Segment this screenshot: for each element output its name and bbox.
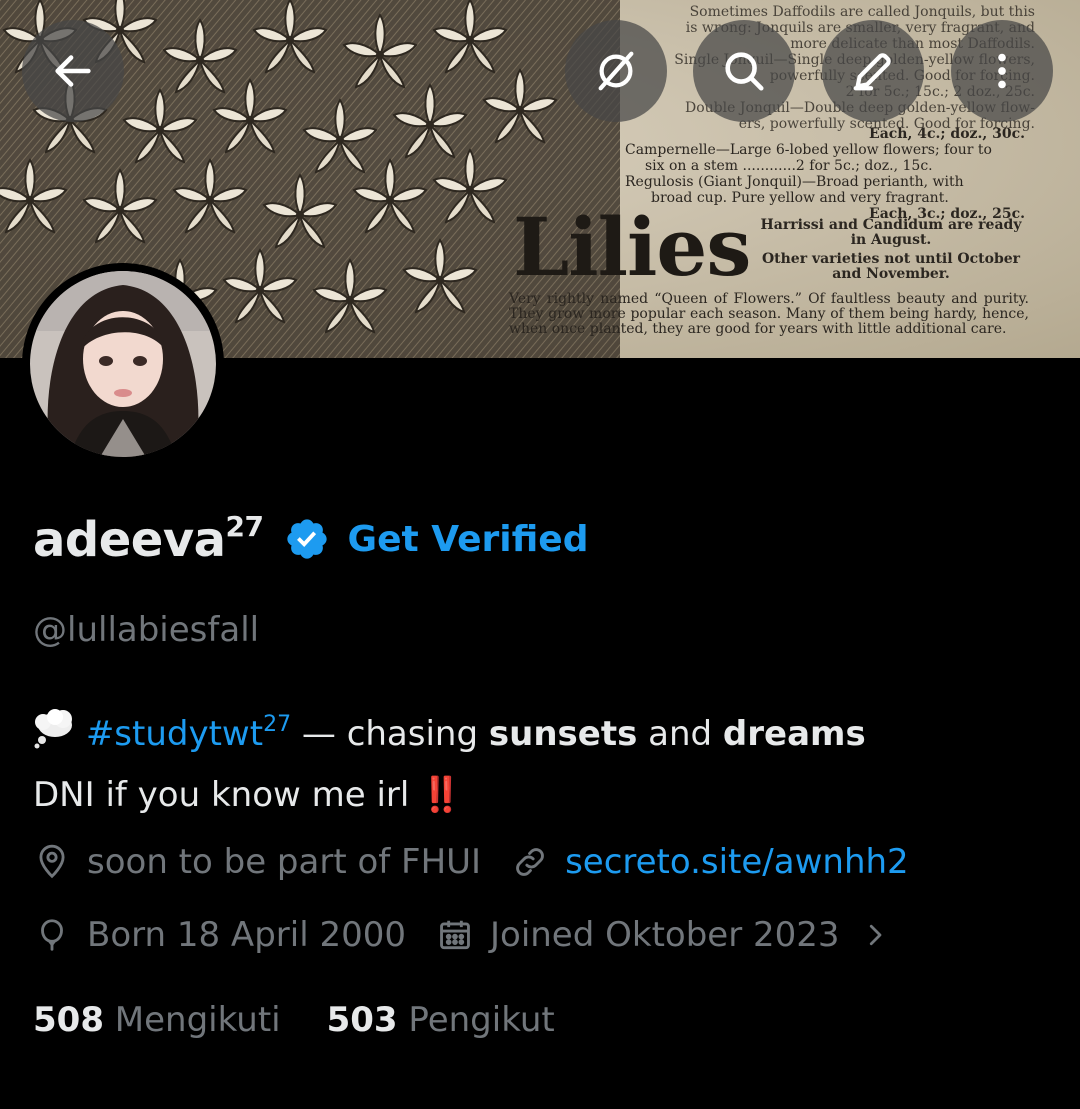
pencil-icon [853, 53, 891, 91]
followers-count: 503 [326, 1000, 398, 1040]
avatar[interactable] [22, 263, 224, 465]
catalog-line: Campernelle—Large 6-lobed yellow flowers… [625, 142, 992, 158]
follow-stats: 508 Mengikuti 503 Pengikut [33, 1000, 601, 1040]
following-count: 508 [33, 1000, 104, 1040]
joined[interactable]: Joined Oktober 2023 [436, 915, 840, 955]
get-verified-link[interactable]: Get Verified [348, 519, 589, 560]
followers-stat[interactable]: 503 Pengikut [327, 1000, 555, 1040]
catalog-line: Regulosis (Giant Jonquil)—Broad perianth… [625, 174, 964, 190]
catalog-heading: Lilies [513, 200, 751, 294]
avatar-photo [30, 271, 216, 457]
bio-line-2: DNI if you know me irl ‼️ [33, 775, 463, 815]
catalog-line: Sometimes Daffodils are called Jonquils,… [689, 4, 1035, 20]
profile-meta-row-2: Born 18 April 2000 Joined Oktober 2023 [33, 915, 890, 955]
birthday: Born 18 April 2000 [33, 915, 406, 955]
catalog-paragraph: Very rightly named “Queen of Flowers.” O… [509, 291, 1029, 337]
following-label: Mengikuti [114, 1000, 281, 1040]
name-superscript: 27 [225, 510, 264, 543]
location: soon to be part of FHUI [33, 842, 481, 882]
back-button[interactable] [22, 20, 124, 122]
more-button[interactable] [951, 20, 1053, 122]
catalog-line: six on a stem ............2 for 5c.; doz… [645, 158, 933, 174]
following-stat[interactable]: 508 Mengikuti [33, 1000, 281, 1040]
chevron-right-icon[interactable] [860, 920, 890, 950]
search-button[interactable] [693, 20, 795, 122]
edit-button[interactable] [822, 20, 924, 122]
double-exclamation-icon: ‼️ [420, 775, 462, 815]
verified-badge-icon[interactable] [284, 516, 330, 562]
search-icon [725, 52, 764, 91]
slash-circle-icon [598, 51, 634, 91]
display-name: adeeva27 [33, 510, 264, 568]
catalog-price: Each, 4c.; doz., 30c. [869, 126, 1025, 142]
catalog-note: Harrissi and Candidum are ready in Augus… [760, 217, 1022, 248]
bio-line-1: #studytwt27 — chasing sunsets and dreams [33, 696, 1063, 767]
location-pin-icon [33, 843, 71, 881]
website-link[interactable]: secreto.site/awnhh2 [565, 842, 909, 882]
joined-text: Joined Oktober 2023 [489, 915, 840, 955]
link-icon [511, 843, 549, 881]
hashtag-link[interactable]: #studytwt27 [86, 712, 291, 754]
website[interactable]: secreto.site/awnhh2 [511, 842, 909, 882]
user-handle: @lullabiesfall [33, 610, 260, 650]
arrow-left-icon [55, 55, 91, 87]
profile-name-row: adeeva27 Get Verified [33, 510, 589, 568]
calendar-icon [436, 916, 474, 954]
balloon-icon [33, 916, 71, 954]
profile-meta-row-1: soon to be part of FHUI secreto.site/awn… [33, 842, 939, 882]
profile-bio: #studytwt27 — chasing sunsets and dreams… [33, 696, 1063, 824]
catalog-note: Other varieties not until October and No… [761, 251, 1021, 282]
location-text: soon to be part of FHUI [87, 842, 482, 882]
grok-button[interactable] [565, 20, 667, 122]
followers-label: Pengikut [408, 1000, 555, 1040]
more-vertical-icon [998, 53, 1006, 89]
catalog-notes: Harrissi and Candidum are ready in Augus… [755, 218, 1027, 286]
birthday-text: Born 18 April 2000 [87, 915, 406, 955]
thought-balloon-icon [33, 709, 75, 767]
